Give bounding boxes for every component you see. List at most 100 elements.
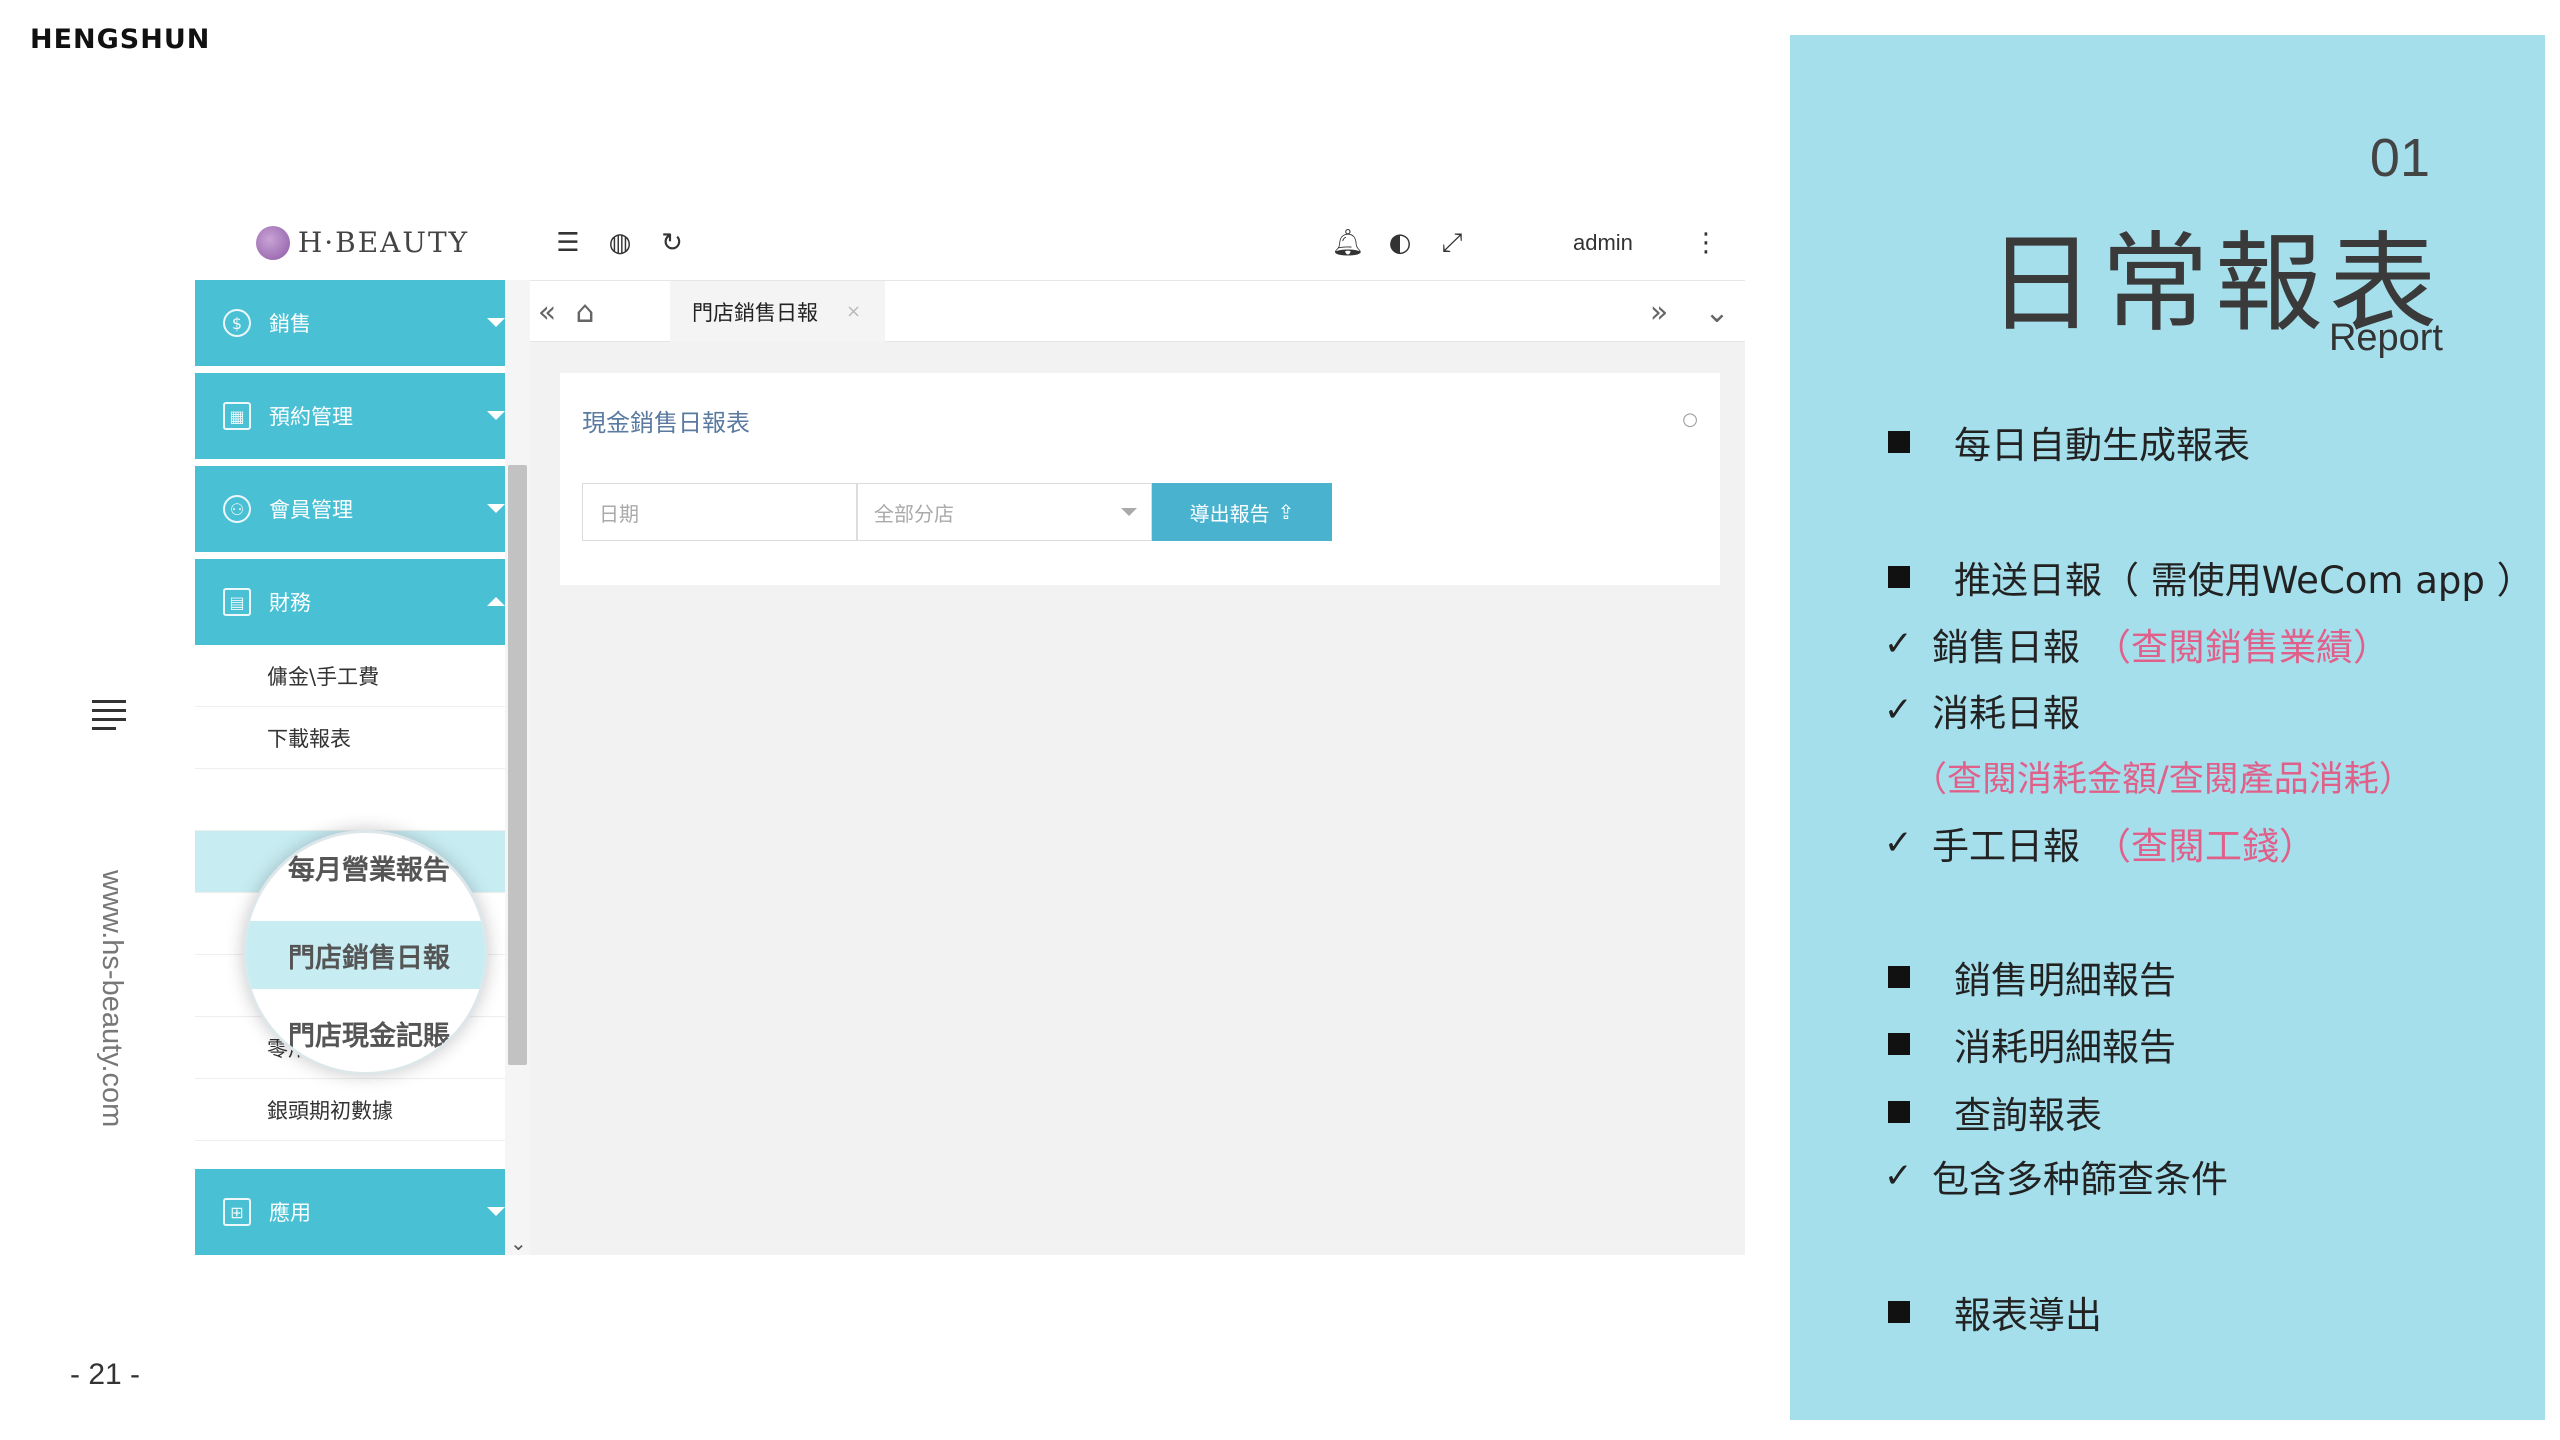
app-logo-area: H·BEAUTY bbox=[195, 205, 530, 280]
feature-line: 消耗明細報告 bbox=[1888, 1017, 2176, 1071]
close-icon[interactable]: × bbox=[846, 301, 861, 322]
feature-text: 每日自動生成報表 bbox=[1954, 424, 2250, 467]
sidebar-group-label: 財務 bbox=[269, 591, 311, 615]
checkmark-icon: ✓ bbox=[1884, 624, 1913, 664]
feature-text: 報表導出 bbox=[1954, 1294, 2102, 1337]
caret-up-icon bbox=[487, 597, 505, 606]
card-option-icon[interactable]: ○ bbox=[1682, 409, 1698, 430]
export-icon: ⇪ bbox=[1277, 500, 1295, 524]
feature-text: 推送日報（ 需使用WeCom app ） bbox=[1954, 559, 2534, 602]
app-screenshot: H·BEAUTY ☰ ◍ ↻ 🔔︎ ◐ ⤢ admin ⋮ « ⌂ 門店銷售日報… bbox=[195, 205, 1745, 1255]
tab-store-sales-daily[interactable]: 門店銷售日報 × bbox=[670, 281, 885, 342]
feature-text: 手工日報 bbox=[1932, 825, 2080, 868]
sidebar-item-opening-data[interactable]: 銀頭期初數據 bbox=[195, 1079, 505, 1141]
logo-mark-icon bbox=[255, 225, 290, 260]
square-bullet-icon bbox=[1888, 1033, 1910, 1055]
card-title: 現金銷售日報表 bbox=[582, 409, 750, 437]
caret-down-icon bbox=[487, 318, 505, 327]
scroll-down-icon[interactable]: ⌄ bbox=[510, 1231, 527, 1255]
sidebar-group-label: 銷售 bbox=[269, 312, 311, 336]
section-subtitle: Report bbox=[2328, 317, 2443, 359]
checkmark-icon: ✓ bbox=[1884, 690, 1913, 730]
app-topbar: ☰ ◍ ↻ 🔔︎ ◐ ⤢ admin ⋮ bbox=[530, 205, 1745, 280]
feature-text: 消耗明細報告 bbox=[1954, 1026, 2176, 1069]
caret-down-icon bbox=[487, 504, 505, 513]
brand-title: HENGSHUN bbox=[30, 24, 211, 55]
branch-select[interactable]: 全部分店 bbox=[857, 483, 1152, 541]
sidebar-item-monthly-report[interactable] bbox=[195, 769, 505, 831]
fullscreen-icon[interactable]: ⤢ bbox=[1436, 227, 1468, 259]
scrollbar-thumb[interactable] bbox=[508, 465, 527, 1065]
square-bullet-icon bbox=[1888, 566, 1910, 588]
dollar-icon: $ bbox=[223, 309, 251, 337]
home-icon[interactable]: ⌂ bbox=[568, 295, 602, 330]
feature-line: 每日自動生成報表 bbox=[1888, 415, 2250, 469]
magnified-item-store-cash: 門店現金記賬 bbox=[288, 1020, 450, 1052]
sidebar-group-label: 會員管理 bbox=[269, 498, 353, 522]
tab-bar: « ⌂ 門店銷售日報 × » ⌄ bbox=[530, 280, 1745, 342]
square-bullet-icon bbox=[1888, 431, 1910, 453]
apps-icon: ⊞ bbox=[223, 1198, 251, 1226]
app-logo-text: H·BEAUTY bbox=[297, 226, 470, 259]
website-url: www.hs-beauty.com bbox=[96, 870, 128, 1128]
feature-line: ✓ 包含多种篩查条件 bbox=[1884, 1149, 2228, 1203]
calendar-grid-icon: ▦ bbox=[223, 402, 251, 430]
app-logo[interactable]: H·BEAUTY bbox=[255, 225, 470, 260]
feature-line: ✓ 銷售日報 （查閱銷售業績） bbox=[1884, 617, 2390, 671]
more-icon[interactable]: ⋮ bbox=[1690, 227, 1722, 259]
caret-down-icon bbox=[487, 1207, 505, 1216]
sidebar-group-label: 應用 bbox=[269, 1201, 311, 1225]
bell-icon[interactable]: 🔔︎ bbox=[1332, 227, 1365, 259]
sidebar-group-appointments[interactable]: ▦ 預約管理 bbox=[195, 373, 505, 459]
sidebar-group-members[interactable]: ⚇ 會員管理 bbox=[195, 466, 505, 552]
sidebar-group-apps[interactable]: ⊞ 應用 bbox=[195, 1169, 505, 1255]
hamburger-menu-icon[interactable] bbox=[92, 700, 126, 730]
tab-label: 門店銷售日報 bbox=[692, 300, 818, 325]
date-field[interactable]: 日期 bbox=[582, 483, 857, 541]
sidebar-item-download-reports[interactable]: 下載報表 bbox=[195, 707, 505, 769]
dropdown-arrow-icon bbox=[1121, 508, 1137, 516]
page-number: - 21 - bbox=[70, 1358, 141, 1391]
checkmark-icon: ✓ bbox=[1884, 1156, 1913, 1196]
feature-text: 消耗日報 bbox=[1932, 692, 2080, 735]
feature-text: 銷售明細報告 bbox=[1954, 959, 2176, 1002]
feature-text: 包含多种篩查条件 bbox=[1932, 1158, 2228, 1201]
zoom-magnifier: 每月營業報告 門店銷售日報 門店現金記賬 bbox=[243, 830, 488, 1075]
feature-note: （查閱消耗金額/查閱產品消耗） bbox=[1912, 760, 2414, 800]
globe-icon[interactable]: ◍ bbox=[604, 227, 636, 259]
sidebar-item-commission[interactable]: 傭金\手工費 bbox=[195, 645, 505, 707]
refresh-icon[interactable]: ↻ bbox=[656, 227, 688, 259]
admin-user[interactable]: admin bbox=[1573, 227, 1633, 259]
square-bullet-icon bbox=[1888, 1301, 1910, 1323]
feature-line: 銷售明細報告 bbox=[1888, 950, 2176, 1004]
branch-select-value: 全部分店 bbox=[874, 501, 954, 526]
magnified-item-store-sales-daily: 門店銷售日報 bbox=[246, 921, 485, 989]
export-button-label: 導出報告 bbox=[1189, 501, 1270, 526]
feature-text: 銷售日報 bbox=[1932, 626, 2080, 669]
sidebar-group-sales[interactable]: $ 銷售 bbox=[195, 280, 505, 366]
feature-line: ✓ 消耗日報 bbox=[1884, 683, 2080, 737]
sidebar: $ 銷售 ▦ 預約管理 ⚇ 會員管理 ▤ 財務 傭金\手工費 下載報表 記賬類型… bbox=[195, 280, 530, 1255]
checkmark-icon: ✓ bbox=[1884, 823, 1913, 863]
report-card: 現金銷售日報表 ○ 日期 全部分店 導出報告 ⇪ bbox=[560, 373, 1720, 585]
square-bullet-icon bbox=[1888, 966, 1910, 988]
section-number: 01 bbox=[2369, 128, 2430, 188]
export-button[interactable]: 導出報告 ⇪ bbox=[1152, 483, 1332, 541]
feature-note: （查閱工錢） bbox=[2094, 825, 2316, 868]
feature-line: 推送日報（ 需使用WeCom app ） bbox=[1888, 550, 2534, 604]
user-icon: ⚇ bbox=[223, 495, 251, 523]
feature-note: （查閱銷售業績） bbox=[2094, 626, 2390, 669]
sidebar-scrollbar[interactable]: ⌄ bbox=[505, 280, 530, 1255]
menu-fold-icon[interactable]: ☰ bbox=[552, 227, 584, 259]
table-icon: ▤ bbox=[223, 588, 251, 616]
sidebar-group-finance[interactable]: ▤ 財務 bbox=[195, 559, 505, 645]
palette-icon[interactable]: ◐ bbox=[1384, 227, 1416, 259]
feature-line: 查詢報表 bbox=[1888, 1085, 2102, 1139]
tab-scroll-right-icon[interactable]: » bbox=[1642, 295, 1676, 330]
sidebar-group-label: 預約管理 bbox=[269, 405, 353, 429]
feature-text: 查詢報表 bbox=[1954, 1094, 2102, 1137]
feature-line: ✓ 手工日報 （查閱工錢） bbox=[1884, 816, 2316, 870]
magnified-item-monthly-report: 每月營業報告 bbox=[288, 854, 450, 886]
chevron-down-icon[interactable]: ⌄ bbox=[1700, 295, 1734, 330]
tab-scroll-left-icon[interactable]: « bbox=[530, 295, 564, 330]
